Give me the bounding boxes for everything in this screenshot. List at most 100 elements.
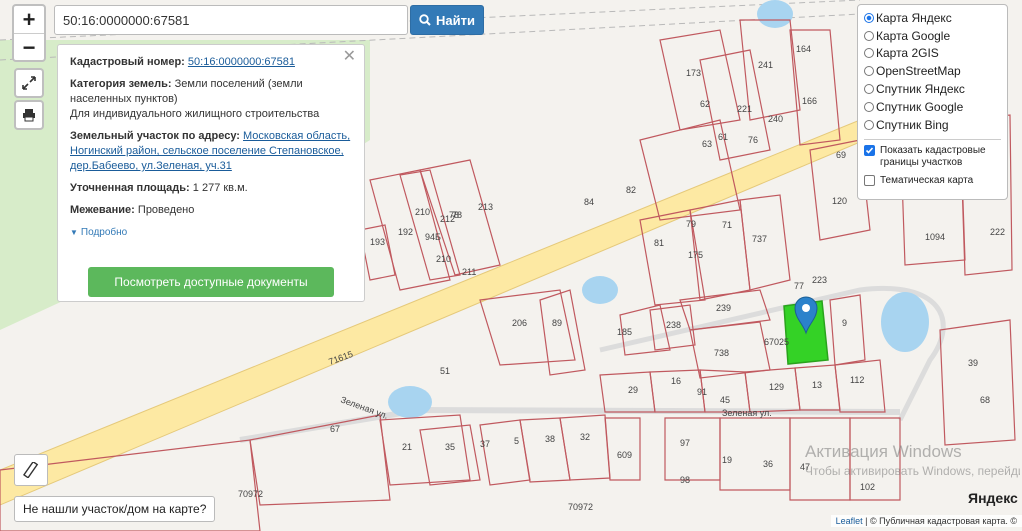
radio-icon[interactable] <box>864 101 874 112</box>
close-icon[interactable]: ✕ <box>343 49 356 65</box>
copyright-suffix: . © <box>1005 516 1017 526</box>
parcel-number-label: 67 <box>330 424 340 434</box>
windows-activation-subtext: Чтобы активировать Windows, перейдите в … <box>805 464 1020 478</box>
details-label: Подробно <box>80 227 128 238</box>
parcel-number-label: 173 <box>686 68 701 78</box>
survey-row: Межевание: Проведено <box>70 203 352 218</box>
parcel-number-label: 609 <box>617 450 632 460</box>
parcel-number-label: 35 <box>445 442 455 452</box>
parcel-number-label: 84 <box>584 197 594 207</box>
parcel-number-label: 9 <box>842 318 847 328</box>
parcel-number-label: 241 <box>758 60 773 70</box>
parcel-number-label: 97 <box>680 438 690 448</box>
not-found-button[interactable]: Не нашли участок/дом на карте? <box>14 496 216 522</box>
radio-selected-icon[interactable] <box>864 12 874 23</box>
layer-switcher: Карта Яндекс Карта Google Карта 2GIS OpenSt… <box>857 4 1008 200</box>
basemap-option-label: OpenStreetMap <box>876 64 961 79</box>
parcel-number-label: 98 <box>680 475 690 485</box>
view-documents-button[interactable]: Посмотреть доступные документы <box>88 267 334 297</box>
show-borders-option[interactable]: Показать кадастровые границы участков <box>864 144 1001 169</box>
parcel-number-label: 5 <box>514 436 519 446</box>
parcel-number-label: 78 <box>449 210 459 220</box>
basemap-option[interactable]: Спутник Яндекс <box>864 80 1001 98</box>
basemap-option-label: Карта Яндекс <box>876 10 952 25</box>
pond <box>388 386 432 418</box>
parcel-number-label: 81 <box>654 238 664 248</box>
search-button[interactable]: Найти <box>410 5 484 35</box>
zoom-out-button[interactable]: − <box>14 33 44 61</box>
parcel-number-label: 211 <box>462 267 476 277</box>
parcel-number-label: 94Б <box>425 232 441 242</box>
parcel-number-label: 102 <box>860 482 875 492</box>
parcel-number-label: 67025 <box>764 337 789 347</box>
zoom-in-button[interactable]: + <box>14 6 44 33</box>
radio-icon[interactable] <box>864 66 874 77</box>
leaflet-link[interactable]: Leaflet <box>836 516 863 526</box>
category-label: Категория земель: <box>70 78 172 90</box>
parcel-number-label: 175 <box>688 250 703 260</box>
fullscreen-button[interactable] <box>14 68 44 98</box>
parcel-number-label: 91 <box>697 387 707 397</box>
street-label: Зеленая ул. <box>722 408 772 418</box>
parcel-number-label: 45 <box>720 395 730 405</box>
pond <box>881 292 929 352</box>
pond <box>757 0 793 28</box>
parcel-number-label: 185 <box>617 327 632 337</box>
search-icon <box>419 14 431 26</box>
print-button[interactable] <box>14 100 44 130</box>
pkk-attribution: Публичная кадастровая карта <box>879 516 1006 526</box>
basemap-option[interactable]: OpenStreetMap <box>864 62 1001 80</box>
parcel-number-label: 192 <box>398 227 413 237</box>
parcel-number-label: 76 <box>748 135 758 145</box>
radio-icon[interactable] <box>864 48 874 59</box>
parcel-number-label: 51 <box>440 366 450 376</box>
parcel-number-label: 129 <box>769 382 784 392</box>
cad-number-link[interactable]: 50:16:0000000:67581 <box>188 56 295 68</box>
cadastral-number-row: Кадастровый номер: 50:16:0000000:67581 <box>70 55 352 70</box>
area-label: Уточненная площадь: <box>70 182 190 194</box>
radio-icon[interactable] <box>864 119 874 130</box>
survey-value: Проведено <box>137 204 195 216</box>
basemap-option[interactable]: Карта Яндекс <box>864 9 1001 27</box>
measure-button[interactable] <box>14 454 48 486</box>
parcel-number-label: 737 <box>752 234 767 244</box>
basemap-option-label: Карта Google <box>876 28 951 43</box>
parcel-number-label: 738 <box>714 348 729 358</box>
parcel-number-label: 68 <box>980 395 990 405</box>
expand-icon <box>22 76 36 90</box>
radio-icon[interactable] <box>864 30 874 41</box>
basemap-option[interactable]: Карта 2GIS <box>864 45 1001 63</box>
pond <box>582 276 618 304</box>
address-label: Земельный участок по адресу: <box>70 130 240 142</box>
basemap-option[interactable]: Спутник Google <box>864 98 1001 116</box>
parcel-number-label: 21 <box>402 442 412 452</box>
parcel-number-label: 164 <box>796 44 811 54</box>
basemap-option-label: Спутник Bing <box>876 117 949 132</box>
parcel-number-label: 71 <box>722 220 732 230</box>
land-category-row: Категория земель: Земли поселений (земли… <box>70 77 352 122</box>
thematic-map-option[interactable]: Тематическая карта <box>864 174 1001 187</box>
parcel-number-label: 61 <box>718 132 728 142</box>
thematic-map-label: Тематическая карта <box>880 174 974 186</box>
parcel-number-label: 37 <box>480 439 490 449</box>
parcel-number-label: 210 <box>436 254 451 264</box>
parcel-number-label: 213 <box>478 202 493 212</box>
details-toggle[interactable]: ▼ Подробно <box>70 225 352 240</box>
checkbox-checked-icon[interactable] <box>864 144 875 156</box>
parcel-number-label: 120 <box>832 196 847 206</box>
land-use-value: Для индивидуального жилищного строительс… <box>70 108 320 120</box>
parcel-number-label: 240 <box>768 114 783 124</box>
radio-icon[interactable] <box>864 84 874 95</box>
basemap-option[interactable]: Карта Google <box>864 27 1001 45</box>
area-value: 1 277 кв.м. <box>192 182 248 194</box>
basemap-option[interactable]: Спутник Bing <box>864 116 1001 134</box>
parcel-number-label: 36 <box>763 459 773 469</box>
area-row: Уточненная площадь: 1 277 кв.м. <box>70 181 352 196</box>
parcel-number-label: 89 <box>552 318 562 328</box>
parcel-number-label: 210 <box>415 207 430 217</box>
parcel-number-label: 222 <box>990 227 1005 237</box>
basemap-option-label: Спутник Яндекс <box>876 82 965 97</box>
parcel-number-label: 38 <box>545 434 555 444</box>
checkbox-unchecked-icon[interactable] <box>864 174 875 186</box>
cadastral-search-input[interactable] <box>54 5 408 35</box>
